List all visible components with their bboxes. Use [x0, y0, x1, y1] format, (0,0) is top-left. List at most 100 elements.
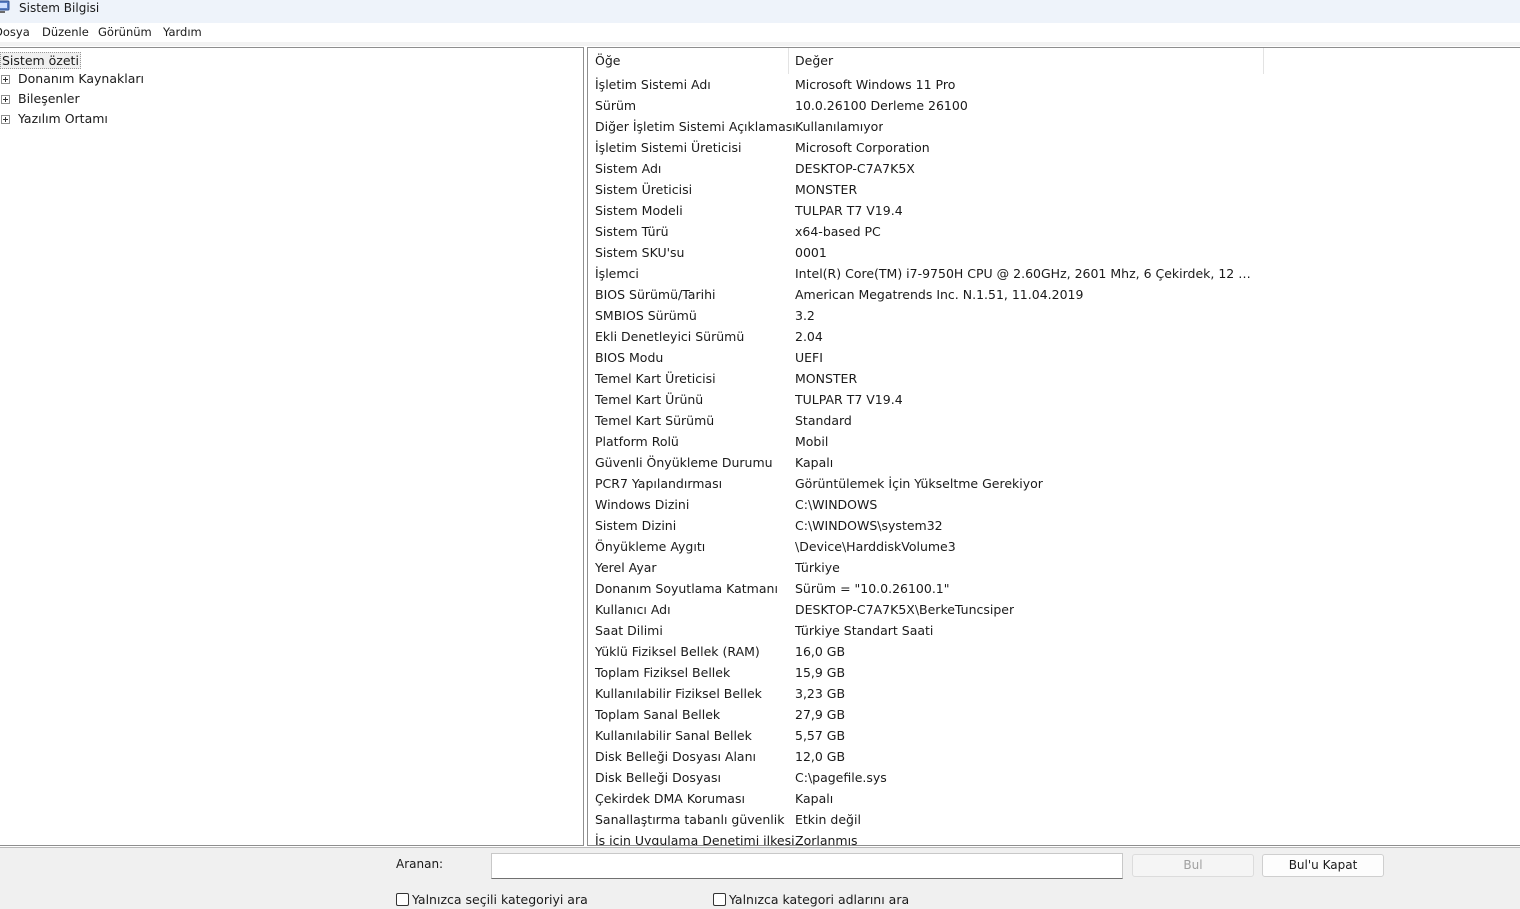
table-row[interactable]: Toplam Fiziksel Bellek 15,9 GB [588, 662, 1520, 683]
column-divider[interactable] [788, 48, 789, 74]
column-header-item[interactable]: Öğe [595, 48, 620, 74]
row-value: MONSTER [795, 371, 858, 386]
table-row[interactable]: Sistem Türü x64-based PC [588, 221, 1520, 242]
column-divider[interactable] [1263, 48, 1264, 74]
row-value: 15,9 GB [795, 665, 846, 680]
row-item: Sanallaştırma tabanlı güvenlik [595, 812, 785, 827]
row-item: Ekli Denetleyici Sürümü [595, 329, 745, 344]
search-selected-category-checkbox[interactable] [396, 893, 409, 906]
table-row[interactable]: Windows Dizini C:\WINDOWS [588, 494, 1520, 515]
table-row[interactable]: Sistem Üreticisi MONSTER [588, 179, 1520, 200]
row-item: Platform Rolü [595, 434, 679, 449]
table-row[interactable]: Disk Belleği Dosyası Alanı 12,0 GB [588, 746, 1520, 767]
row-value: 2.04 [795, 329, 823, 344]
tree-item-hardware-resources[interactable]: Donanım Kaynakları [0, 71, 299, 89]
table-row[interactable]: Sistem Dizini C:\WINDOWS\system32 [588, 515, 1520, 536]
table-row[interactable]: Sanallaştırma tabanlı güvenlik Etkin deği… [588, 809, 1520, 830]
table-row[interactable]: Çekirdek DMA Koruması Kapalı [588, 788, 1520, 809]
row-item: Önyükleme Aygıtı [595, 539, 706, 554]
row-value: American Megatrends Inc. N.1.51, 11.04.2… [795, 287, 1084, 302]
table-row[interactable]: Temel Kart Ürünü TULPAR T7 V19.4 [588, 389, 1520, 410]
row-item: Temel Kart Ürünü [595, 392, 704, 407]
table-row[interactable]: Donanım Soyutlama Katmanı Sürüm = "10.0.2… [588, 578, 1520, 599]
table-row[interactable]: İşlemci Intel(R) Core(TM) i7-9750H CPU @ … [588, 263, 1520, 284]
table-row[interactable]: Güvenli Önyükleme Durumu Kapalı [588, 452, 1520, 473]
table-row[interactable]: PCR7 Yapılandırması Görüntülemek İçin Yük… [588, 473, 1520, 494]
row-item: Güvenli Önyükleme Durumu [595, 455, 773, 470]
table-row[interactable]: Ekli Denetleyici Sürümü 2.04 [588, 326, 1520, 347]
search-selected-category-label: Yalnızca seçili kategoriyi ara [412, 892, 588, 907]
table-row[interactable]: Kullanılabilir Sanal Bellek 5,57 GB [588, 725, 1520, 746]
expand-plus-icon[interactable] [1, 115, 10, 124]
table-row[interactable]: İş için Uygulama Denetimi ilkesi Zorlanmı… [588, 830, 1520, 846]
row-value: Etkin değil [795, 812, 861, 827]
row-item: Sistem Türü [595, 224, 669, 239]
table-row[interactable]: Yüklü Fiziksel Bellek (RAM) 16,0 GB [588, 641, 1520, 662]
table-row[interactable]: Sistem Adı DESKTOP-C7A7K5X [588, 158, 1520, 179]
expand-plus-icon[interactable] [1, 75, 10, 84]
table-row[interactable]: Temel Kart Sürümü Standard [588, 410, 1520, 431]
row-item: Kullanılabilir Sanal Bellek [595, 728, 752, 743]
row-value: Zorlanmış [795, 833, 858, 846]
table-row[interactable]: Temel Kart Üreticisi MONSTER [588, 368, 1520, 389]
title-bar: Sistem Bilgisi [0, 0, 1520, 23]
table-row[interactable]: Toplam Sanal Bellek 27,9 GB [588, 704, 1520, 725]
table-row[interactable]: BIOS Sürümü/Tarihi American Megatrends In… [588, 284, 1520, 305]
row-item: Yerel Ayar [595, 560, 657, 575]
row-value: DESKTOP-C7A7K5X [795, 161, 915, 176]
tree-item-label: Bileşenler [18, 91, 80, 106]
row-value: 3.2 [795, 308, 815, 323]
pane-separator [0, 42, 1520, 46]
row-value: Kapalı [795, 455, 834, 470]
table-row[interactable]: Platform Rolü Mobil [588, 431, 1520, 452]
row-value: C:\WINDOWS [795, 497, 878, 512]
row-item: Sürüm [595, 98, 637, 113]
table-row[interactable]: Disk Belleği Dosyası C:\pagefile.sys [588, 767, 1520, 788]
table-row[interactable]: Sistem SKU'su 0001 [588, 242, 1520, 263]
details-list[interactable]: Öğe Değer İşletim Sistemi Adı Microsoft W… [587, 47, 1520, 846]
table-row[interactable]: BIOS Modu UEFI [588, 347, 1520, 368]
expand-plus-icon[interactable] [1, 95, 10, 104]
table-row[interactable]: Kullanıcı Adı DESKTOP-C7A7K5X\BerkeTuncsi… [588, 599, 1520, 620]
system-information-app-icon [0, 0, 10, 13]
menu-bar: Dosya Düzenle Görünüm Yardım [0, 23, 1520, 42]
row-value: Türkiye [795, 560, 840, 575]
row-item: Kullanıcı Adı [595, 602, 671, 617]
table-row[interactable]: Saat Dilimi Türkiye Standart Saati [588, 620, 1520, 641]
table-row[interactable]: Sistem Modeli TULPAR T7 V19.4 [588, 200, 1520, 221]
table-row[interactable]: İşletim Sistemi Üreticisi Microsoft Corpo… [588, 137, 1520, 158]
table-row[interactable]: SMBIOS Sürümü 3.2 [588, 305, 1520, 326]
table-row[interactable]: Diğer İşletim Sistemi Açıklaması Kullanıl… [588, 116, 1520, 137]
column-header-value[interactable]: Değer [795, 48, 833, 74]
row-value: 3,23 GB [795, 686, 846, 701]
row-value: Microsoft Corporation [795, 140, 930, 155]
menu-file[interactable]: Dosya [0, 25, 30, 39]
row-item: BIOS Sürümü/Tarihi [595, 287, 716, 302]
row-value: Mobil [795, 434, 829, 449]
row-item: Temel Kart Üreticisi [595, 371, 716, 386]
table-row[interactable]: Yerel Ayar Türkiye [588, 557, 1520, 578]
menu-help[interactable]: Yardım [163, 25, 202, 39]
row-item: Disk Belleği Dosyası Alanı [595, 749, 756, 764]
search-category-names-label: Yalnızca kategori adlarını ara [729, 892, 910, 907]
tree-item-system-summary[interactable]: Sistem özeti [0, 52, 81, 69]
table-row[interactable]: Sürüm 10.0.26100 Derleme 26100 [588, 95, 1520, 116]
find-button[interactable]: Bul [1132, 854, 1254, 877]
close-find-button[interactable]: Bul'u Kapat [1262, 854, 1384, 877]
find-input[interactable] [491, 853, 1123, 879]
row-value: Microsoft Windows 11 Pro [795, 77, 956, 92]
row-item: İşletim Sistemi Üreticisi [595, 140, 742, 155]
row-item: Toplam Sanal Bellek [595, 707, 721, 722]
row-item: Disk Belleği Dosyası [595, 770, 721, 785]
tree-item-components[interactable]: Bileşenler [0, 91, 299, 109]
row-value: Standard [795, 413, 852, 428]
menu-edit[interactable]: Düzenle [42, 25, 89, 39]
search-category-names-checkbox[interactable] [713, 893, 726, 906]
table-row[interactable]: Kullanılabilir Fiziksel Bellek 3,23 GB [588, 683, 1520, 704]
row-item: İşletim Sistemi Adı [595, 77, 711, 92]
table-row[interactable]: İşletim Sistemi Adı Microsoft Windows 11 … [588, 74, 1520, 95]
tree-item-software-environment[interactable]: Yazılım Ortamı [0, 111, 299, 129]
menu-view[interactable]: Görünüm [98, 25, 152, 39]
table-row[interactable]: Önyükleme Aygıtı \Device\HarddiskVolume3 [588, 536, 1520, 557]
category-tree[interactable]: Sistem özeti Donanım Kaynakları Bileşenl… [0, 47, 584, 846]
